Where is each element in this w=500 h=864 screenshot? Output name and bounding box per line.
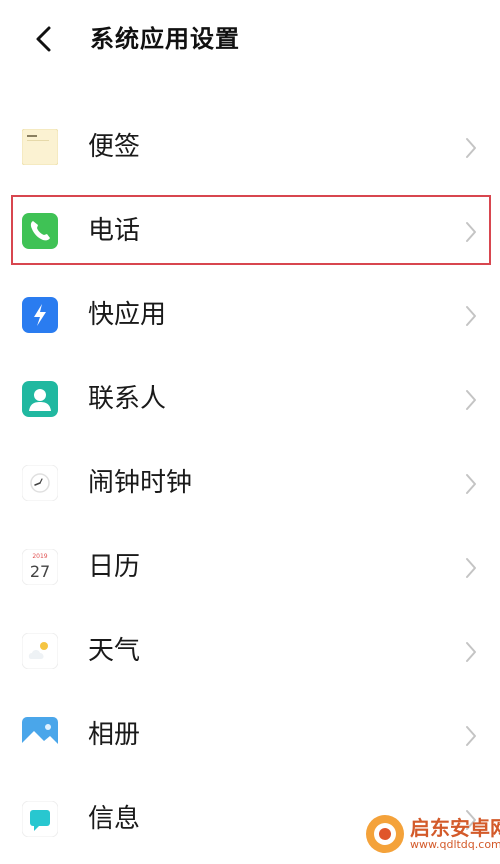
list-item-label: 天气 bbox=[88, 636, 141, 666]
chevron-right-icon bbox=[466, 306, 476, 326]
list-item-label: 便签 bbox=[88, 132, 141, 162]
calendar-icon: 2019 27 bbox=[22, 549, 58, 585]
notes-icon bbox=[22, 129, 58, 165]
list-item-label: 日历 bbox=[88, 552, 141, 582]
list-item-label: 信息 bbox=[88, 804, 141, 834]
list-item-weather[interactable]: 天气 bbox=[0, 611, 500, 695]
chevron-right-icon bbox=[466, 390, 476, 410]
settings-list: 便签 电话 快应用 联系人 闹钟时钟 2019 27 日历 天气 相册 信息 bbox=[0, 107, 500, 863]
weather-icon bbox=[22, 633, 58, 669]
page-title: 系统应用设置 bbox=[90, 25, 240, 53]
chevron-right-icon bbox=[466, 726, 476, 746]
calendar-icon-day: 27 bbox=[30, 562, 50, 581]
quick-app-icon bbox=[22, 297, 58, 333]
chevron-right-icon bbox=[466, 222, 476, 242]
app-header: 系统应用设置 bbox=[0, 0, 500, 80]
list-item-label: 电话 bbox=[88, 216, 141, 246]
list-item-contacts[interactable]: 联系人 bbox=[0, 359, 500, 443]
messages-icon bbox=[22, 801, 58, 837]
chevron-right-icon bbox=[466, 642, 476, 662]
phone-icon bbox=[22, 213, 58, 249]
list-item-clock[interactable]: 闹钟时钟 bbox=[0, 443, 500, 527]
contacts-icon bbox=[22, 381, 58, 417]
calendar-icon-year: 2019 bbox=[32, 553, 47, 560]
list-item-calendar[interactable]: 2019 27 日历 bbox=[0, 527, 500, 611]
back-chevron-icon[interactable] bbox=[28, 22, 62, 56]
chevron-right-icon bbox=[466, 558, 476, 578]
list-item-gallery[interactable]: 相册 bbox=[0, 695, 500, 779]
list-item-label: 闹钟时钟 bbox=[88, 468, 193, 498]
list-item-notes[interactable]: 便签 bbox=[0, 107, 500, 191]
gallery-icon bbox=[22, 717, 58, 753]
chevron-right-icon bbox=[466, 474, 476, 494]
chevron-right-icon bbox=[466, 810, 476, 830]
list-item-label: 联系人 bbox=[88, 384, 167, 414]
chevron-right-icon bbox=[466, 138, 476, 158]
list-item-quick-app[interactable]: 快应用 bbox=[0, 275, 500, 359]
list-item-messages[interactable]: 信息 bbox=[0, 779, 500, 863]
list-item-label: 快应用 bbox=[88, 300, 167, 330]
list-item-phone[interactable]: 电话 bbox=[0, 191, 500, 275]
list-item-label: 相册 bbox=[88, 720, 141, 750]
clock-icon bbox=[22, 465, 58, 501]
